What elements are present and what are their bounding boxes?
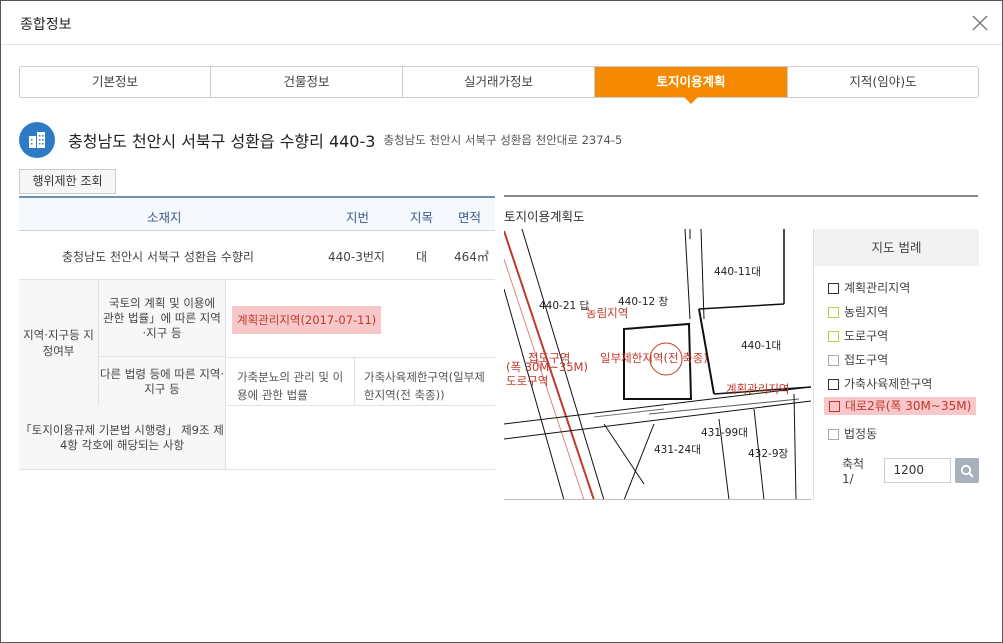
scale-input[interactable]: 1200 (884, 458, 951, 483)
scale-label: 축척 1/ (842, 457, 865, 486)
cell-category: 대 (416, 250, 428, 264)
legend-item: 법정동 (828, 425, 877, 443)
livestock-law-value: 가축분뇨의 관리 및 이용에 관한 법률 (237, 370, 344, 402)
legend-swatch (828, 282, 839, 294)
legend-item: 접도구역 (828, 351, 888, 369)
land-use-map[interactable]: 440-11대 440-21 답 440-12 창 440-1대 431-24대… (504, 229, 811, 500)
map-label-440-11: 440-11대 (714, 266, 761, 278)
other-laws-label: 다른 법령 등에 따른 지역·지구 등 (99, 357, 226, 406)
header-category: 지목 (410, 210, 434, 225)
legend-swatch (828, 428, 839, 440)
scale-control: 축척 1/ 1200 (842, 455, 980, 486)
header-lot: 지번 (346, 210, 370, 225)
national-land-law-label: 국토의 계획 및 이용에 관한 법률」에 따른 지역·지구 등 (99, 280, 226, 357)
legend-label: 농림지역 (844, 305, 889, 319)
tab-basic-info[interactable]: 기본정보 (20, 67, 211, 97)
legend-item: 계획관리지역 (828, 279, 910, 297)
legend-swatch (828, 330, 839, 342)
dialog-header: 종합정보 (1, 1, 1002, 45)
map-title: 토지이용계획도 (504, 209, 585, 224)
legend-swatch (828, 378, 839, 390)
legend-item-highlighted: 대로2류(폭 30M~35M) (824, 397, 977, 415)
map-label-plan-zone: 계획관리지역 (726, 382, 789, 396)
livestock-restriction-value: 가축사육제한구역(일부제한지역(전 축종)) (364, 370, 485, 402)
parcel-address: 충청남도 천안시 서북구 성환읍 수향리 440-3 (68, 132, 376, 151)
address-row: 충청남도 천안시 서북구 성환읍 수향리 440-3 충청남도 천안시 서북구 … (19, 122, 622, 158)
map-label-431-24: 431-24대 (654, 444, 701, 456)
search-button[interactable] (954, 458, 980, 483)
plan-management-zone-value: 계획관리지역(2017-07-11) (232, 306, 382, 334)
tab-land-use-plan[interactable]: 토지이용계획 (595, 67, 788, 104)
legend-swatch (829, 400, 840, 412)
legend-label: 대로2류(폭 30M~35M) (845, 399, 972, 413)
legend-item: 도로구역 (828, 327, 888, 345)
map-label-small-road: 도로구역 (506, 374, 548, 388)
legend-label: 가축사육제한구역 (844, 377, 933, 391)
legend-title: 지도 범례 (814, 229, 979, 266)
divider (226, 357, 495, 358)
search-icon (960, 464, 974, 478)
header-location: 소재지 (147, 210, 182, 225)
cell-area: 464㎡ (454, 250, 489, 264)
table-row: 충청남도 천안시 서북구 성환읍 수향리 440-3번지 대 464㎡ (19, 231, 495, 280)
legend-label: 도로구역 (844, 329, 889, 343)
land-info-table: 소재지 지번 지목 면적 충청남도 천안시 서북구 성환읍 수향리 440-3번… (19, 196, 495, 470)
map-label-partial-limit: 일부제한지역(전 축종) (600, 351, 708, 365)
map-label-440-21: 440-21 답 (539, 300, 590, 312)
close-icon[interactable] (970, 13, 990, 33)
map-label-431-99: 431-99대 (701, 427, 748, 439)
map-label-width: (폭 30M~35M) (506, 360, 588, 374)
zone-head-label: 지역·지구등 지정여부 (19, 280, 99, 406)
legend-item: 가축사육제한구역 (828, 375, 932, 393)
legend-label: 계획관리지역 (844, 281, 911, 295)
tab-building-info[interactable]: 건물정보 (211, 67, 403, 97)
header-area: 면적 (458, 210, 482, 225)
tab-cadastral-map[interactable]: 지적(임야)도 (788, 67, 978, 97)
tab-bar: 기본정보 건물정보 실거래가정보 토지이용계획 지적(임야)도 (19, 66, 979, 104)
legend-label: 접도구역 (844, 353, 889, 367)
table-header: 소재지 지번 지목 면적 (19, 198, 495, 231)
map-label-440-1: 440-1대 (741, 340, 781, 352)
building-icon (19, 122, 55, 158)
map-label-farm-zone: 농림지역 (586, 306, 628, 320)
tab-real-transaction[interactable]: 실거래가정보 (403, 67, 595, 97)
legend-item: 농림지역 (828, 303, 888, 321)
dialog-title: 종합정보 (20, 17, 72, 33)
legend-swatch (828, 354, 839, 366)
restriction-lookup-button[interactable]: 행위제한 조회 (19, 169, 116, 194)
legend-swatch (828, 306, 839, 318)
road-address: 충청남도 천안시 서북구 성환읍 천안대로 2374-5 (383, 133, 623, 147)
regulation-row: 「토지이용규제 기본법 시행령」 제9조 제4항 각호에 해당되는 사항 (19, 406, 495, 470)
divider (354, 357, 355, 406)
map-legend: 지도 범례 계획관리지역 농림지역 도로구역 접도구역 가축사육제한구역 대로2… (813, 229, 980, 500)
zone-designation-section: 지역·지구등 지정여부 국토의 계획 및 이용에 관한 법률」에 따른 지역·지… (19, 280, 495, 406)
cell-location: 충청남도 천안시 서북구 성환읍 수향리 (62, 250, 254, 264)
legend-label: 법정동 (844, 427, 878, 441)
map-label-432-9: 432-9장 (748, 448, 789, 460)
cell-lot: 440-3번지 (328, 250, 385, 264)
regulation-head-label: 「토지이용규제 기본법 시행령」 제9조 제4항 각호에 해당되는 사항 (19, 406, 226, 469)
comprehensive-info-dialog: 종합정보 기본정보 건물정보 실거래가정보 토지이용계획 지적(임야)도 충청남… (0, 0, 1003, 643)
